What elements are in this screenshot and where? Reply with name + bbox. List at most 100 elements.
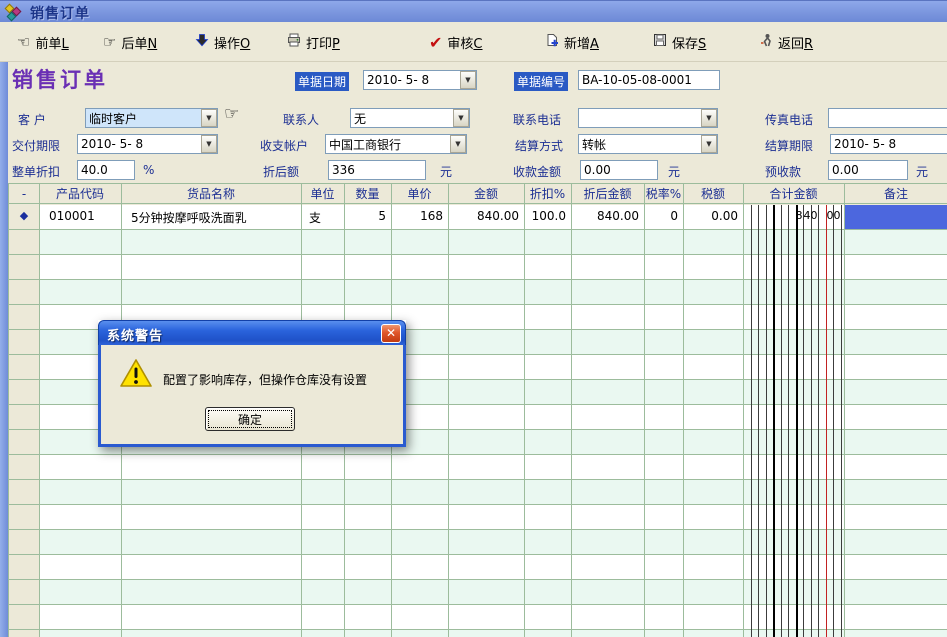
discount-unit: % bbox=[143, 163, 154, 177]
save-button[interactable]: 保存S bbox=[648, 29, 711, 55]
prepaid-input[interactable] bbox=[828, 160, 908, 180]
down-arrow-icon bbox=[195, 33, 209, 51]
chevron-down-icon[interactable]: ▼ bbox=[453, 109, 469, 127]
col-header-name: 货品名称 bbox=[121, 184, 301, 203]
contact-phone-select[interactable]: ▼ bbox=[578, 108, 718, 128]
col-header-remark: 备注 bbox=[844, 184, 947, 203]
col-header-qty: 数量 bbox=[344, 184, 391, 203]
grid-line bbox=[448, 184, 449, 637]
cell-amount[interactable]: 840.00 bbox=[448, 209, 519, 223]
page-title: 销售订单 bbox=[12, 64, 108, 94]
ledger-digit: 0 bbox=[833, 209, 841, 222]
delivery-date-select[interactable]: 2010- 5- 8 ▼ bbox=[77, 134, 218, 154]
cell-qty[interactable]: 5 bbox=[344, 209, 386, 223]
close-icon[interactable]: ✕ bbox=[381, 324, 401, 343]
chevron-down-icon[interactable]: ▼ bbox=[460, 71, 476, 89]
window-left-border bbox=[0, 62, 8, 637]
fax-input[interactable] bbox=[828, 108, 947, 128]
cell-discounted[interactable]: 840.00 bbox=[571, 209, 639, 223]
received-label: 收款金额 bbox=[513, 163, 561, 180]
return-icon bbox=[759, 33, 773, 51]
current-row-marker: ◆ bbox=[9, 209, 39, 222]
prev-doc-button[interactable]: ☜ 前单L bbox=[12, 29, 74, 55]
doc-no-input[interactable] bbox=[578, 70, 720, 90]
hand-pointer-icon[interactable]: ☞ bbox=[224, 104, 239, 124]
print-button[interactable]: 打印P bbox=[282, 29, 345, 55]
selected-remark-cell[interactable] bbox=[845, 205, 947, 229]
doc-date-select[interactable]: 2010- 5- 8 ▼ bbox=[363, 70, 477, 90]
cell-name[interactable]: 5分钟按摩呼吸洗面乳 bbox=[131, 209, 247, 226]
cell-tax-rate[interactable]: 0 bbox=[644, 209, 678, 223]
contact-select[interactable]: 无 ▼ bbox=[350, 108, 470, 128]
grid-line bbox=[781, 205, 782, 637]
col-header-discount: 折扣% bbox=[524, 184, 571, 203]
chevron-down-icon[interactable]: ▼ bbox=[701, 109, 717, 127]
warning-icon bbox=[119, 358, 153, 393]
grid-line bbox=[751, 205, 752, 637]
grid-header-row: - 产品代码 货品名称 单位 数量 单价 金额 折扣% 折后金额 税率% 税额 … bbox=[9, 184, 947, 204]
toolbar: ☜ 前单L ☞ 后单N 操作O 打印P ✔ 审核C 新增A 保存S 返 bbox=[0, 22, 947, 62]
ledger-digit: 8 bbox=[795, 209, 803, 222]
discounted-amount-unit: 元 bbox=[440, 163, 452, 180]
settle-method-select[interactable]: 转帐 ▼ bbox=[578, 134, 718, 154]
settle-date-input[interactable] bbox=[830, 134, 947, 154]
chevron-down-icon[interactable]: ▼ bbox=[201, 135, 217, 153]
grid-line bbox=[841, 205, 842, 637]
customer-select[interactable]: 临时客户 ▼ bbox=[85, 108, 218, 128]
col-header-marker: - bbox=[9, 184, 39, 203]
hand-right-icon: ☞ bbox=[103, 35, 116, 49]
window-titlebar[interactable]: 销售订单 bbox=[0, 0, 947, 22]
col-header-unit: 单位 bbox=[301, 184, 344, 203]
grid-line bbox=[39, 184, 40, 637]
new-button[interactable]: 新增A bbox=[540, 29, 604, 55]
account-label: 收支帐户 bbox=[260, 137, 308, 154]
return-button[interactable]: 返回R bbox=[754, 29, 818, 55]
chevron-down-icon[interactable]: ▼ bbox=[201, 109, 217, 127]
doc-no-label: 单据编号 bbox=[514, 72, 568, 91]
audit-button[interactable]: ✔ 审核C bbox=[424, 29, 488, 55]
operate-button[interactable]: 操作O bbox=[190, 29, 255, 55]
received-input[interactable] bbox=[580, 160, 658, 180]
dialog-titlebar[interactable]: 系统警告 ✕ bbox=[98, 320, 406, 345]
discounted-amount-input[interactable] bbox=[328, 160, 426, 180]
dialog-title: 系统警告 bbox=[107, 325, 163, 344]
discount-label: 整单折扣 bbox=[12, 163, 60, 180]
cell-discount-pct[interactable]: 100.0 bbox=[524, 209, 566, 223]
col-header-discounted: 折后金额 bbox=[571, 184, 644, 203]
cell-price[interactable]: 168 bbox=[391, 209, 443, 223]
grid-line bbox=[833, 205, 834, 637]
cell-code[interactable]: 010001 bbox=[49, 209, 95, 223]
new-doc-icon bbox=[545, 33, 559, 51]
grid-line bbox=[766, 205, 767, 637]
col-header-price: 单价 bbox=[391, 184, 448, 203]
cell-tax[interactable]: 0.00 bbox=[683, 209, 738, 223]
grid-line bbox=[818, 205, 819, 637]
col-header-total: 合计金额 bbox=[743, 184, 844, 203]
cell-unit[interactable]: 支 bbox=[309, 209, 321, 226]
ok-button[interactable]: 确定 bbox=[205, 407, 295, 431]
delivery-date-label: 交付期限 bbox=[12, 137, 60, 154]
discount-input[interactable] bbox=[77, 160, 135, 180]
grid-line bbox=[826, 205, 827, 637]
fax-label: 传真电话 bbox=[765, 111, 813, 128]
grid-line bbox=[803, 205, 804, 637]
col-header-code: 产品代码 bbox=[39, 184, 121, 203]
discounted-amount-label: 折后额 bbox=[263, 163, 299, 180]
save-icon bbox=[653, 33, 667, 51]
ledger-digit: 0 bbox=[810, 209, 818, 222]
contact-phone-label: 联系电话 bbox=[513, 111, 561, 128]
settle-method-label: 结算方式 bbox=[515, 137, 563, 154]
grid-line bbox=[788, 205, 789, 637]
next-doc-button[interactable]: ☞ 后单N bbox=[98, 29, 162, 55]
chevron-down-icon[interactable]: ▼ bbox=[701, 135, 717, 153]
account-select[interactable]: 中国工商银行 ▼ bbox=[325, 134, 467, 154]
grid-marker-column bbox=[9, 205, 39, 637]
dialog-body: 配置了影响库存，但操作仓库没有设置 确定 bbox=[98, 345, 406, 447]
chevron-down-icon[interactable]: ▼ bbox=[450, 135, 466, 153]
check-icon: ✔ bbox=[429, 33, 442, 52]
grid-line bbox=[758, 205, 759, 637]
hand-left-icon: ☜ bbox=[17, 35, 30, 49]
grid-line bbox=[644, 184, 645, 637]
grid-line bbox=[796, 205, 798, 637]
grid-line bbox=[743, 184, 744, 637]
